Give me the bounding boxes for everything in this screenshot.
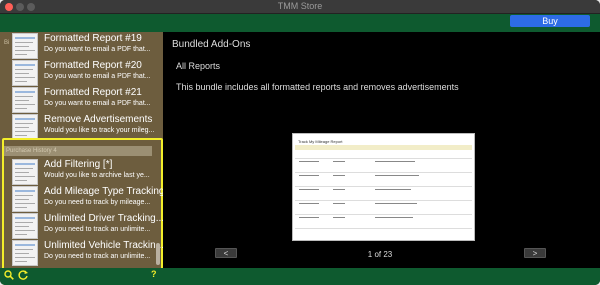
purchase-history-item-title: Unlimited Vehicle Trackin...	[44, 240, 165, 251]
report-thumbnail-icon	[12, 87, 38, 113]
report-thumbnail-icon	[12, 186, 38, 212]
buy-button[interactable]: Buy	[510, 15, 590, 27]
page-indicator: 1 of 23	[367, 250, 393, 259]
report-thumbnail-icon	[12, 60, 38, 86]
detail-subtitle: All Reports	[176, 61, 221, 71]
refresh-icon[interactable]	[17, 269, 29, 281]
store-item[interactable]: Formatted Report #21 Do you want to emai…	[12, 87, 160, 113]
purchase-history-item-subtitle: Do you need to track by mileage...	[44, 199, 151, 206]
sidebar-scrollbar[interactable]	[156, 243, 160, 265]
window-title: TMM Store	[277, 1, 323, 11]
store-item-title: Formatted Report #21	[44, 87, 142, 98]
store-item-title: Formatted Report #19	[44, 33, 142, 44]
detail-title: Bundled Add-Ons	[172, 39, 251, 50]
report-thumbnail-icon	[12, 240, 38, 266]
app-window: TMM Store Buy Bi Formatted Report #19 Do…	[0, 0, 600, 285]
purchase-history-header: Purchase History 4	[4, 146, 152, 156]
report-preview-image: Track My Mileage Report	[292, 133, 475, 241]
report-thumbnail-icon	[12, 114, 38, 140]
bottom-bar	[0, 268, 600, 285]
purchase-history-item-title: Unlimited Driver Tracking...	[44, 213, 165, 224]
store-item[interactable]: Remove Advertisements Would you like to …	[12, 114, 160, 140]
help-icon[interactable]: ?	[151, 269, 157, 279]
report-thumbnail-icon	[12, 213, 38, 239]
store-item[interactable]: Formatted Report #20 Do you want to emai…	[12, 60, 160, 86]
report-thumbnail-icon	[12, 33, 38, 59]
next-page-button[interactable]: >	[524, 248, 546, 258]
purchase-history-item-title: Add Filtering [*]	[44, 159, 113, 170]
store-item-subtitle: Do you want to email a PDF that...	[44, 73, 151, 80]
purchase-history-item[interactable]: Unlimited Vehicle Trackin... Do you need…	[12, 240, 164, 266]
search-icon[interactable]	[4, 270, 14, 280]
store-item[interactable]: Formatted Report #19 Do you want to emai…	[12, 33, 160, 59]
store-item-subtitle: Do you want to email a PDF that...	[44, 46, 151, 53]
previous-page-button[interactable]: <	[215, 248, 237, 258]
purchase-history-item[interactable]: Add Filtering [*] Would you like to arch…	[12, 159, 160, 185]
purchase-history-item[interactable]: Unlimited Driver Tracking... Do you need…	[12, 213, 164, 239]
purchase-history-item-subtitle: Do you need to track an unlimite...	[44, 226, 151, 233]
title-bar: TMM Store	[0, 0, 600, 14]
purchase-history-item-title: Add Mileage Type Tracking...	[44, 186, 173, 197]
store-item-title: Formatted Report #20	[44, 60, 142, 71]
purchase-history-item[interactable]: Add Mileage Type Tracking... Do you need…	[12, 186, 173, 212]
preview-report-title: Track My Mileage Report	[298, 139, 343, 144]
report-thumbnail-icon	[12, 159, 38, 185]
purchase-history-item-subtitle: Do you need to track an unlimite...	[44, 253, 151, 260]
detail-description: This bundle includes all formatted repor…	[176, 82, 459, 92]
store-item-subtitle: Would you like to track your mileg...	[44, 127, 155, 134]
store-item-subtitle: Do you want to email a PDF that...	[44, 100, 151, 107]
sidebar-section-header: Bi	[4, 40, 10, 46]
purchase-history-item-subtitle: Would you like to archive last ye...	[44, 172, 150, 179]
store-item-title: Remove Advertisements	[44, 114, 153, 125]
